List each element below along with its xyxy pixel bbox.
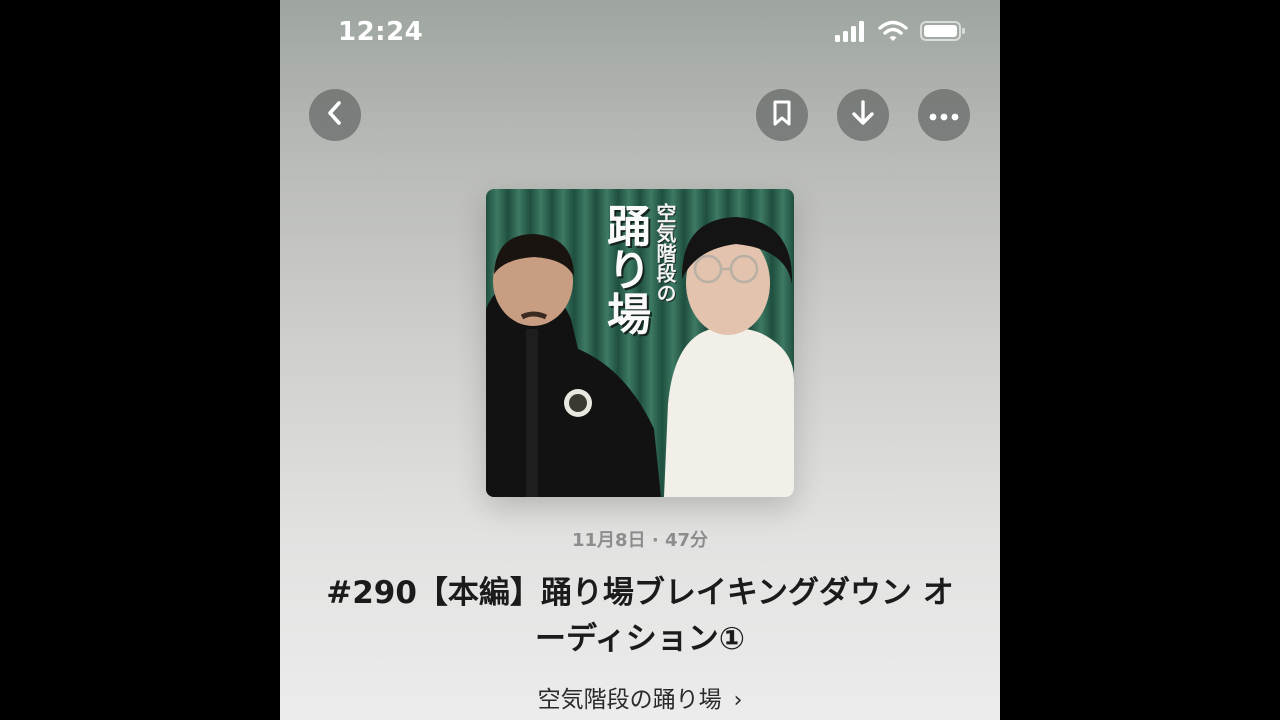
download-icon: [850, 99, 876, 131]
more-icon: [929, 106, 959, 125]
episode-title-line: #290【本編】踊り場ブレイキングダウン オ: [326, 575, 954, 611]
podcast-artwork: 空気階段の 踊り場: [486, 189, 794, 497]
more-button[interactable]: [918, 89, 970, 141]
episode-title: #290【本編】踊り場ブレイキングダウン オ ーディション①: [294, 570, 986, 662]
save-button[interactable]: [756, 89, 808, 141]
chevron-right-icon: ›: [733, 688, 743, 713]
status-time: 12:24: [338, 17, 424, 47]
status-icons: [834, 20, 966, 46]
signal-icon: [834, 20, 866, 46]
phone-screen: 12:24 空気階段の 踊り場 11月8日 · 47分 #290【本編】踊り場ブ…: [280, 0, 1000, 720]
artwork-title: 踊り場: [599, 203, 650, 335]
battery-icon: [920, 20, 966, 46]
show-link[interactable]: 空気階段の踊り場 ›: [280, 680, 1000, 714]
artwork-subtitle: 空気階段の: [653, 203, 677, 303]
back-button[interactable]: [309, 89, 361, 141]
screen: 12:24 空気階段の 踊り場 11月8日 · 47分 #290【本編】踊り場ブ…: [0, 0, 1280, 720]
wifi-icon: [878, 20, 908, 46]
episode-meta: 11月8日 · 47分: [572, 530, 708, 551]
episode-title-line: ーディション①: [534, 621, 746, 657]
chevron-left-icon: [324, 100, 346, 130]
download-button[interactable]: [837, 89, 889, 141]
bookmark-icon: [771, 99, 793, 131]
show-name: 空気階段の踊り場: [537, 687, 722, 713]
